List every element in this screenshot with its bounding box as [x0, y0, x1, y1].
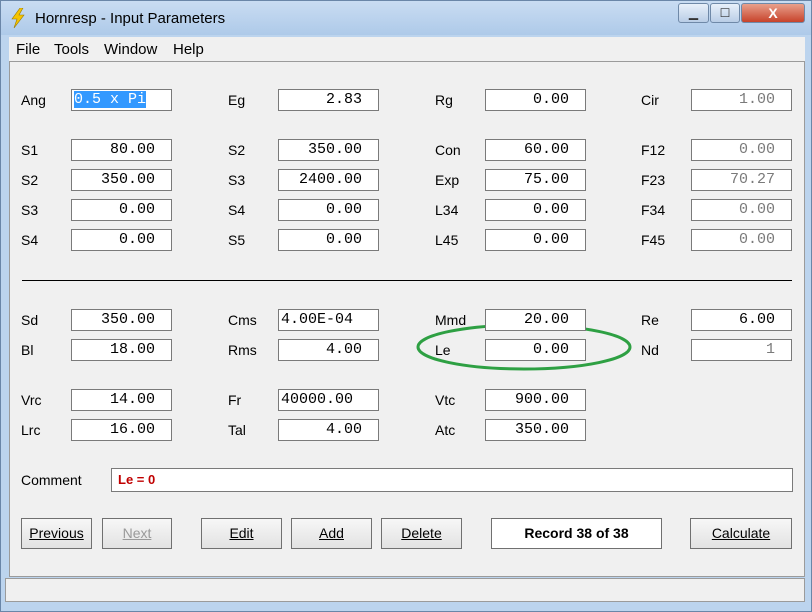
- param-field-f12[interactable]: 0.00: [691, 139, 792, 161]
- close-icon: X: [768, 5, 778, 21]
- param-field-s4[interactable]: 0.00: [71, 229, 172, 251]
- param-field-fr[interactable]: 40000.00: [278, 389, 379, 411]
- menu-tools[interactable]: Tools: [54, 41, 89, 58]
- menu-bar: File Tools Window Help: [9, 37, 805, 61]
- param-label-s1: S1: [21, 142, 39, 158]
- param-field-f23[interactable]: 70.27: [691, 169, 792, 191]
- param-field-ang[interactable]: 0.5 x Pi: [71, 89, 172, 111]
- maximize-icon: ☐: [719, 6, 731, 20]
- param-label-s4: S4: [228, 202, 246, 218]
- param-field-s2[interactable]: 350.00: [71, 169, 172, 191]
- param-field-vtc[interactable]: 900.00: [485, 389, 586, 411]
- param-field-s3[interactable]: 2400.00: [278, 169, 379, 191]
- param-label-tal: Tal: [228, 422, 246, 438]
- hornresp-window: Hornresp - Input Parameters ▁ ☐ X File T…: [0, 0, 812, 612]
- param-label-s2: S2: [21, 172, 39, 188]
- param-field-le[interactable]: 0.00: [485, 339, 586, 361]
- maximize-button[interactable]: ☐: [710, 3, 740, 23]
- param-label-s4: S4: [21, 232, 39, 248]
- param-field-l34[interactable]: 0.00: [485, 199, 586, 221]
- param-field-sd[interactable]: 350.00: [71, 309, 172, 331]
- section-divider: [22, 280, 792, 281]
- minimize-button[interactable]: ▁: [678, 3, 709, 23]
- param-label-eg: Eg: [228, 92, 246, 108]
- param-label-ang: Ang: [21, 92, 46, 108]
- param-label-s5: S5: [228, 232, 246, 248]
- param-field-nd[interactable]: 1: [691, 339, 792, 361]
- lightning-bolt-icon: [11, 8, 25, 28]
- param-label-cir: Cir: [641, 92, 659, 108]
- param-label-re: Re: [641, 312, 659, 328]
- param-field-l45[interactable]: 0.00: [485, 229, 586, 251]
- param-label-rg: Rg: [435, 92, 453, 108]
- param-label-s3: S3: [21, 202, 39, 218]
- param-label-sd: Sd: [21, 312, 39, 328]
- param-field-bl[interactable]: 18.00: [71, 339, 172, 361]
- param-label-con: Con: [435, 142, 461, 158]
- calculate-button[interactable]: Calculate: [690, 518, 792, 549]
- param-field-cms[interactable]: 4.00E-04: [278, 309, 379, 331]
- param-label-l34: L34: [435, 202, 459, 218]
- param-field-s4[interactable]: 0.00: [278, 199, 379, 221]
- param-field-rg[interactable]: 0.00: [485, 89, 586, 111]
- param-label-bl: Bl: [21, 342, 34, 358]
- param-label-s2: S2: [228, 142, 246, 158]
- param-label-atc: Atc: [435, 422, 456, 438]
- comment-label: Comment: [21, 472, 82, 488]
- param-label-le: Le: [435, 342, 451, 358]
- param-field-mmd[interactable]: 20.00: [485, 309, 586, 331]
- param-label-exp: Exp: [435, 172, 460, 188]
- param-field-s2[interactable]: 350.00: [278, 139, 379, 161]
- param-field-f34[interactable]: 0.00: [691, 199, 792, 221]
- menu-file[interactable]: File: [16, 41, 40, 58]
- menu-window[interactable]: Window: [104, 41, 157, 58]
- param-label-f45: F45: [641, 232, 666, 248]
- record-indicator: Record 38 of 38: [491, 518, 662, 549]
- param-field-atc[interactable]: 350.00: [485, 419, 586, 441]
- param-field-f45[interactable]: 0.00: [691, 229, 792, 251]
- param-field-s5[interactable]: 0.00: [278, 229, 379, 251]
- param-label-nd: Nd: [641, 342, 659, 358]
- param-label-cms: Cms: [228, 312, 257, 328]
- param-field-rms[interactable]: 4.00: [278, 339, 379, 361]
- param-label-f23: F23: [641, 172, 666, 188]
- param-field-eg[interactable]: 2.83: [278, 89, 379, 111]
- param-field-vrc[interactable]: 14.00: [71, 389, 172, 411]
- input-parameters-panel: Comment Le = 0 Previous Next Edit Add De…: [9, 61, 805, 577]
- param-label-f34: F34: [641, 202, 666, 218]
- param-label-lrc: Lrc: [21, 422, 41, 438]
- previous-button[interactable]: Previous: [21, 518, 92, 549]
- menu-help[interactable]: Help: [173, 41, 204, 58]
- param-field-re[interactable]: 6.00: [691, 309, 792, 331]
- param-field-con[interactable]: 60.00: [485, 139, 586, 161]
- param-label-s3: S3: [228, 172, 246, 188]
- minimize-icon: ▁: [688, 6, 699, 20]
- param-field-tal[interactable]: 4.00: [278, 419, 379, 441]
- next-button[interactable]: Next: [102, 518, 172, 549]
- close-button[interactable]: X: [741, 3, 805, 23]
- param-label-mmd: Mmd: [435, 312, 467, 328]
- param-field-exp[interactable]: 75.00: [485, 169, 586, 191]
- param-label-rms: Rms: [228, 342, 257, 358]
- add-button[interactable]: Add: [291, 518, 372, 549]
- comment-field[interactable]: Le = 0: [111, 468, 793, 492]
- param-label-fr: Fr: [228, 392, 242, 408]
- param-field-lrc[interactable]: 16.00: [71, 419, 172, 441]
- param-field-s1[interactable]: 80.00: [71, 139, 172, 161]
- edit-button[interactable]: Edit: [201, 518, 282, 549]
- param-label-vrc: Vrc: [21, 392, 42, 408]
- window-title: Hornresp - Input Parameters: [35, 10, 226, 27]
- param-field-cir[interactable]: 1.00: [691, 89, 792, 111]
- status-bar: [5, 578, 805, 602]
- param-field-s3[interactable]: 0.00: [71, 199, 172, 221]
- title-bar[interactable]: Hornresp - Input Parameters ▁ ☐ X: [1, 1, 811, 35]
- delete-button[interactable]: Delete: [381, 518, 462, 549]
- param-label-f12: F12: [641, 142, 666, 158]
- selected-text: 0.5 x Pi: [74, 91, 147, 108]
- param-label-l45: L45: [435, 232, 459, 248]
- param-label-vtc: Vtc: [435, 392, 456, 408]
